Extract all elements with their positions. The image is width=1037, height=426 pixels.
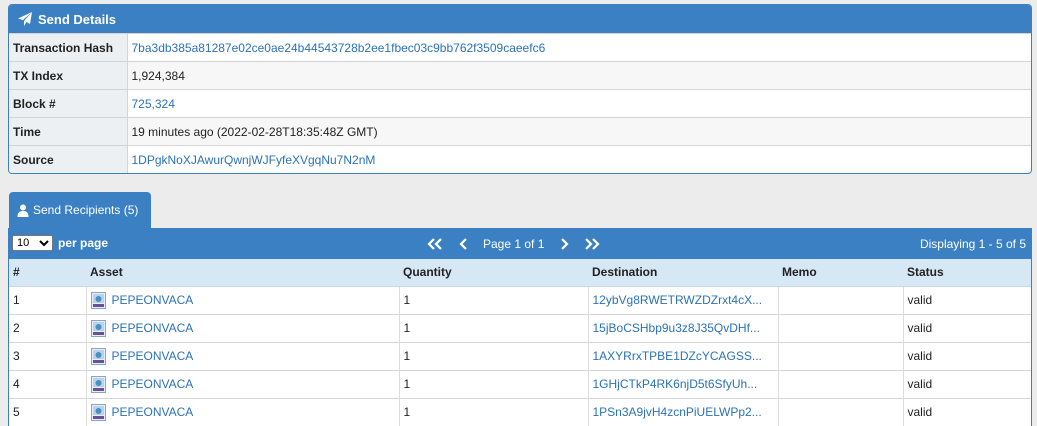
transaction-hash-link[interactable]: 7ba3db385a81287e02ce0ae24b44543728b2ee1f… [127,33,1031,62]
detail-row-tx-index: TX Index 1,924,384 [9,61,1031,90]
memo-cell [778,369,904,398]
grid-toolbar: 10 per page Page 1 of 1 Displaying 1 - 5… [9,229,1031,259]
row-number: 3 [9,341,87,370]
row-number: 5 [9,397,87,426]
status-cell: valid [903,341,1031,370]
detail-label: Time [9,117,128,146]
asset-thumbnail-icon[interactable] [90,375,106,393]
recipients-table: # Asset Quantity Destination Memo Status… [9,259,1031,426]
last-page-button[interactable] [578,229,606,259]
detail-row-hash: Transaction Hash 7ba3db385a81287e02ce0ae… [9,33,1031,62]
asset-cell: PEPEONVACA [86,285,400,314]
memo-cell [778,285,904,314]
asset-link[interactable]: PEPEONVACA [112,293,194,307]
prev-page-button[interactable] [449,229,477,259]
memo-cell [778,397,904,426]
user-icon [17,204,29,217]
asset-link[interactable]: PEPEONVACA [112,377,194,391]
table-row: 4 PEPEONVACA 1 1GHjCTkP4RK6njD5t6SfyUh..… [9,369,1031,398]
tab-label: Send Recipients (5) [33,203,139,217]
table-row: 1 PEPEONVACA 1 12ybVg8RWETRWZDZrxt4cX...… [9,285,1031,314]
block-link[interactable]: 725,324 [127,89,1031,118]
quantity-cell: 1 [399,285,589,314]
table-row: 3 PEPEONVACA 1 1AXYRrxTPBE1DZcYCAGSS... … [9,341,1031,370]
send-details-header: Send Details [9,5,1031,33]
row-number: 2 [9,313,87,342]
detail-row-source: Source 1DPgkNoXJAwurQwnjWJFyfeXVgqNu7N2n… [9,145,1031,173]
time-value: 19 minutes ago (2022-02-28T18:35:48Z GMT… [127,117,1031,146]
detail-label: TX Index [9,61,128,90]
recipients-grid: 10 per page Page 1 of 1 Displaying 1 - 5… [8,228,1032,426]
send-details-title: Send Details [38,11,117,27]
send-details-panel: Send Details Transaction Hash 7ba3db385a… [8,4,1032,174]
double-chevron-left-icon [427,238,442,250]
page-indicator: Page 1 of 1 [483,237,545,251]
row-number: 4 [9,369,87,398]
destination-link[interactable]: 1AXYRrxTPBE1DZcYCAGSS... [588,341,779,370]
destination-link[interactable]: 12ybVg8RWETRWZDZrxt4cX... [588,285,779,314]
asset-link[interactable]: PEPEONVACA [112,321,194,335]
quantity-cell: 1 [399,313,589,342]
asset-thumbnail-icon[interactable] [90,403,106,421]
detail-label: Source [9,145,128,173]
status-cell: valid [903,369,1031,398]
asset-thumbnail-icon[interactable] [90,291,106,309]
table-row: 5 PEPEONVACA 1 1PSn3A9jvH4zcnPiUELWPp2..… [9,397,1031,426]
quantity-cell: 1 [399,369,589,398]
tab-send-recipients[interactable]: Send Recipients (5) [9,192,151,228]
paper-plane-icon [18,12,32,26]
detail-row-block: Block # 725,324 [9,89,1031,118]
asset-thumbnail-icon[interactable] [90,347,106,365]
asset-cell: PEPEONVACA [86,341,400,370]
column-header-number[interactable]: # [9,259,86,287]
asset-cell: PEPEONVACA [86,313,400,342]
asset-cell: PEPEONVACA [86,397,400,426]
next-page-button[interactable] [550,229,578,259]
detail-label: Block # [9,89,128,118]
asset-cell: PEPEONVACA [86,369,400,398]
quantity-cell: 1 [399,341,589,370]
per-page-label: per page [58,236,109,250]
memo-cell [778,341,904,370]
asset-link[interactable]: PEPEONVACA [112,349,194,363]
asset-link[interactable]: PEPEONVACA [112,405,194,419]
displaying-count: Displaying 1 - 5 of 5 [919,237,1026,251]
pager: Page 1 of 1 [421,229,606,259]
source-address-link[interactable]: 1DPgkNoXJAwurQwnjWJFyfeXVgqNu7N2nM [127,145,1031,173]
status-cell: valid [903,285,1031,314]
chevron-left-icon [458,238,467,250]
tx-index-value: 1,924,384 [127,61,1031,90]
chevron-right-icon [561,238,569,250]
send-details-table: Transaction Hash 7ba3db385a81287e02ce0ae… [9,33,1031,173]
per-page-control: 10 per page [12,235,108,251]
detail-label: Transaction Hash [9,33,128,62]
column-header-asset[interactable]: Asset [86,259,399,287]
asset-thumbnail-icon[interactable] [90,319,106,337]
double-chevron-right-icon [585,238,600,250]
destination-link[interactable]: 1PSn3A9jvH4zcnPiUELWPp2... [588,397,779,426]
column-header-memo[interactable]: Memo [778,259,903,287]
status-cell: valid [903,397,1031,426]
column-header-quantity[interactable]: Quantity [399,259,588,287]
destination-link[interactable]: 1GHjCTkP4RK6njD5t6SfyUh... [588,369,779,398]
status-cell: valid [903,313,1031,342]
per-page-select[interactable]: 10 [12,235,53,251]
column-header-destination[interactable]: Destination [588,259,778,287]
quantity-cell: 1 [399,397,589,426]
table-header-row: # Asset Quantity Destination Memo Status [9,259,1031,287]
detail-row-time: Time 19 minutes ago (2022-02-28T18:35:48… [9,117,1031,146]
row-number: 1 [9,285,87,314]
first-page-button[interactable] [421,229,449,259]
memo-cell [778,313,904,342]
column-header-status[interactable]: Status [903,259,1031,287]
table-row: 2 PEPEONVACA 1 15jBoCSHbp9u3z8J35QvDHf..… [9,313,1031,342]
destination-link[interactable]: 15jBoCSHbp9u3z8J35QvDHf... [588,313,779,342]
